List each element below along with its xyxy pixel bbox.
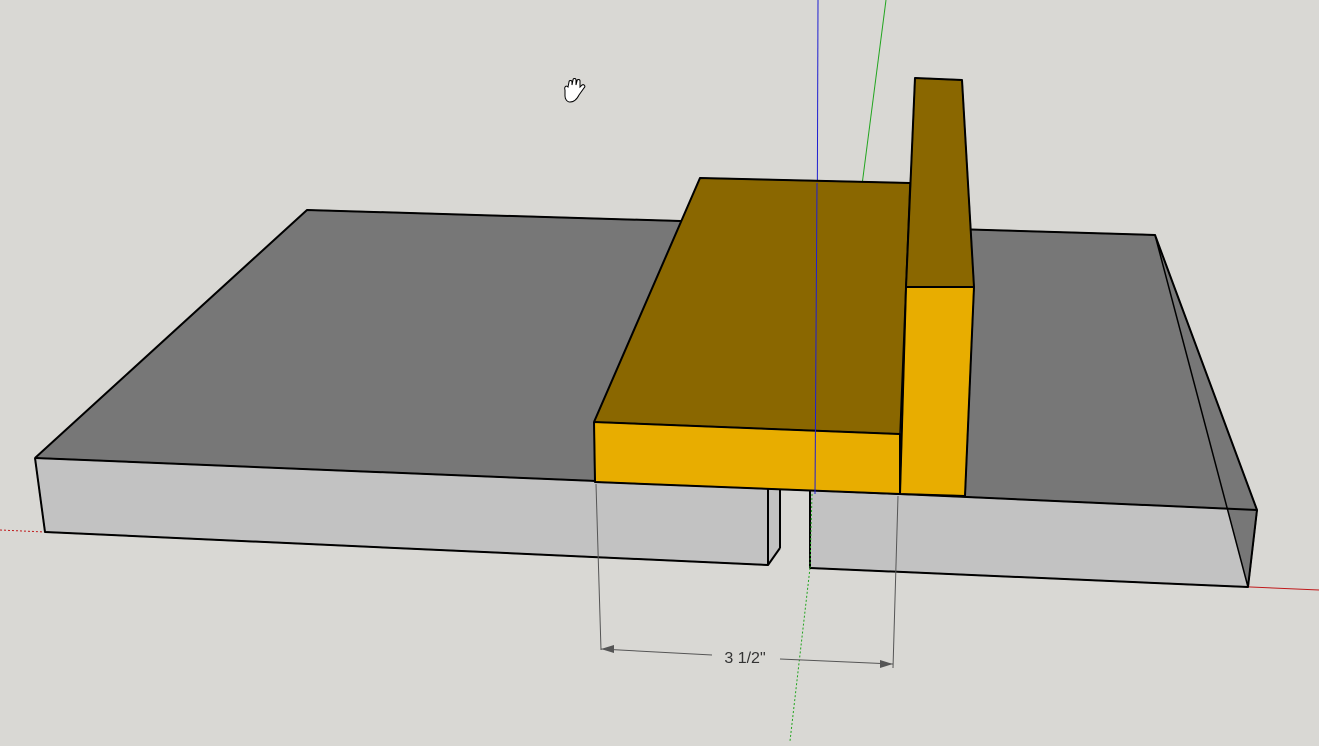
green-axis-dotted	[789, 567, 811, 742]
dimension-arrow-left	[601, 645, 614, 653]
left-board-gap-face[interactable]	[767, 486, 781, 566]
modeling-viewport[interactable]: 3 1/2"	[0, 0, 1319, 742]
model-canvas[interactable]: 3 1/2"	[0, 0, 1319, 742]
red-axis-dotted	[0, 529, 46, 533]
jig-fence-front-face[interactable]	[899, 286, 975, 497]
dimension-line-right	[779, 658, 894, 665]
green-axis	[861, 0, 887, 186]
board-gap	[780, 487, 810, 568]
dimension-arrow-right	[880, 660, 893, 668]
jig-fence-piece[interactable]	[899, 77, 975, 497]
dimension-line-left	[600, 648, 713, 656]
dimension-label[interactable]: 3 1/2"	[724, 650, 765, 667]
pan-hand-icon	[564, 78, 586, 103]
